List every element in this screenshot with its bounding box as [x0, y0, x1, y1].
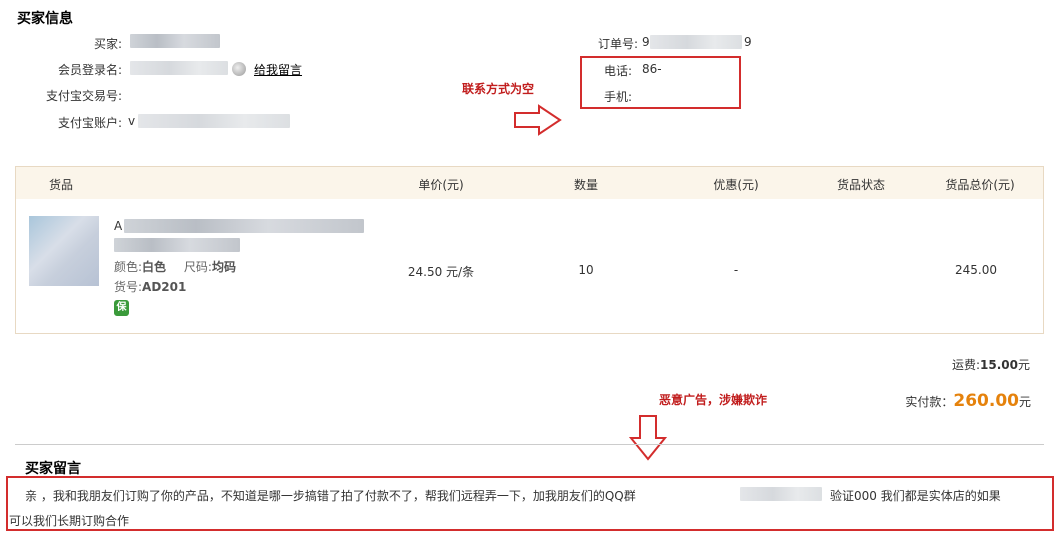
contact-highlight-box: [580, 56, 741, 109]
buyer-name-blurred: [130, 34, 220, 48]
down-arrow-icon: [628, 415, 668, 461]
alipay-trade-label: 支付宝交易号:: [45, 89, 122, 103]
color-label: 颜色:: [114, 260, 143, 274]
order-number-prefix: 9: [642, 35, 650, 49]
goods-table: 货品 单价(元) 数量 优惠(元) 货品状态 货品总价(元) A 颜色:白色 尺…: [15, 166, 1044, 334]
header-discount: 优惠(元): [713, 178, 759, 192]
section-title-buyer-info: 买家信息: [17, 11, 73, 27]
member-login-blurred: [130, 61, 228, 75]
message-line-1: 亲 ，我和我朋友们订购了你的产品，不知道是哪一步搞错了拍了付款不了，帮我们远程弄…: [25, 487, 636, 504]
order-number-label: 订单号:: [597, 37, 638, 51]
qq-group-blurred: [740, 487, 822, 501]
message-line-2: 可以我们长期订购合作: [9, 514, 130, 528]
annotation-malicious-ad: 恶意广告，涉嫌欺诈: [659, 393, 768, 407]
product-title-blurred-line1[interactable]: [124, 219, 364, 233]
message-text-b: 验证000 我们都是实体店的如果: [830, 489, 1001, 503]
divider: [15, 444, 1044, 445]
size-label: 尺码:: [183, 260, 212, 274]
paid-unit: 元: [1018, 395, 1031, 409]
member-login-label: 会员登录名:: [57, 63, 122, 77]
shipping-unit: 元: [1017, 358, 1030, 372]
shipping-value: 15.00: [980, 358, 1018, 372]
cell-discount: -: [733, 263, 739, 277]
header-unit-price: 单价(元): [418, 178, 464, 192]
header-quantity: 数量: [573, 178, 598, 192]
leave-message-link[interactable]: 给我留言: [254, 61, 302, 78]
wangwang-icon[interactable]: [232, 62, 246, 76]
size-value: 均码: [211, 260, 236, 274]
cell-quantity: 10: [578, 263, 594, 277]
product-title-prefix: A: [114, 219, 123, 233]
right-arrow-icon: [514, 104, 562, 136]
product-attributes: 颜色:白色 尺码:均码: [114, 258, 236, 275]
order-number-suffix: 9: [744, 35, 752, 49]
buyer-label: 买家:: [93, 37, 122, 51]
product-thumbnail[interactable]: [29, 216, 99, 286]
alipay-account-prefix: v: [128, 114, 136, 128]
header-goods: 货品: [48, 178, 73, 192]
guarantee-badge-icon: 保: [114, 300, 129, 316]
section-title-buyer-message: 买家留言: [25, 461, 81, 477]
paid-amount: 实付款：260.00元: [905, 391, 1031, 411]
shipping-label: 运费:: [951, 358, 981, 372]
alipay-account-label: 支付宝账户:: [57, 116, 122, 130]
alipay-account-blurred: [138, 114, 290, 128]
annotation-contact-empty: 联系方式为空: [462, 82, 535, 96]
paid-value: 260.00: [953, 391, 1019, 411]
header-total: 货品总价(元): [945, 178, 1015, 192]
shipping-fee: 运费:15.00元: [952, 356, 1030, 373]
product-title-blurred-line2[interactable]: [114, 238, 240, 252]
sku-value: AD201: [142, 280, 187, 294]
product-sku: 货号:AD201: [114, 278, 186, 295]
message-text-a: 亲 ，我和我朋友们订购了你的产品，不知道是哪一步搞错了拍了付款不了，帮我们远程弄…: [25, 489, 636, 503]
color-value: 白色: [142, 260, 167, 274]
cell-total: 245.00: [955, 263, 997, 277]
sku-label: 货号:: [114, 280, 143, 294]
goods-table-header: 货品 单价(元) 数量 优惠(元) 货品状态 货品总价(元): [16, 167, 1043, 199]
order-number-blurred: [650, 35, 742, 49]
cell-unit-price: 24.50 元/条: [407, 265, 475, 279]
header-status: 货品状态: [836, 178, 885, 192]
paid-label: 实付款：: [905, 395, 954, 409]
